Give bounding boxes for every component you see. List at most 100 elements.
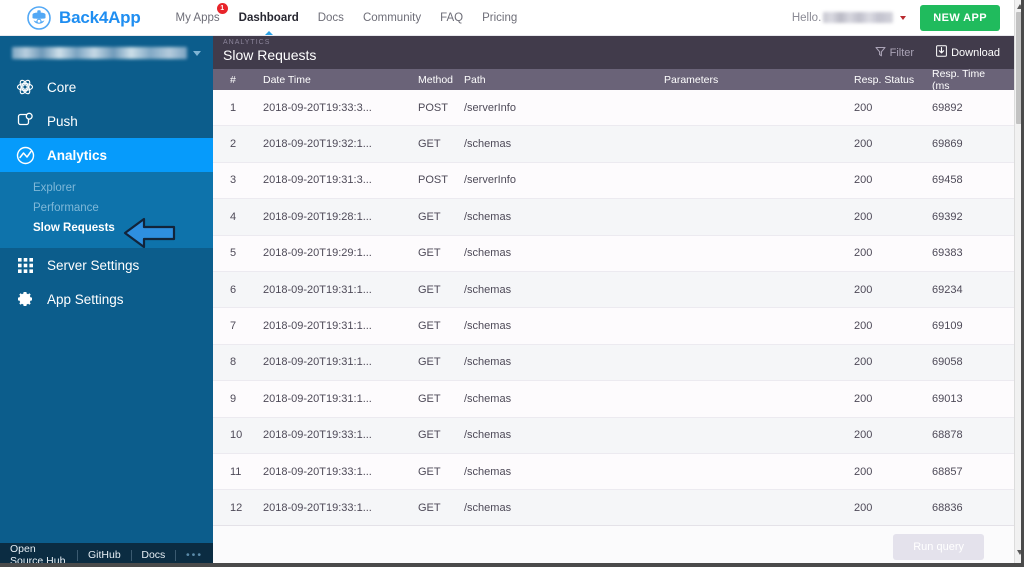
cell-resp-status: 200 — [854, 174, 873, 187]
sidebar-main-nav: Core Push Analytics — [0, 70, 213, 172]
table-row[interactable]: 12 2018-09-20T19:33:1... GET /schemas 20… — [213, 490, 1014, 527]
cell-path: /serverInfo — [464, 174, 516, 187]
cell-resp-status: 200 — [854, 356, 873, 369]
nav-item-community[interactable]: Community — [363, 0, 421, 36]
nav-item-pricing[interactable]: Pricing — [482, 0, 517, 36]
cell-index: 9 — [230, 392, 237, 405]
nav-item-label: FAQ — [440, 11, 464, 24]
run-query-button[interactable]: Run query — [893, 534, 984, 560]
nav-item-label: Community — [362, 11, 422, 24]
funnel-icon — [875, 44, 886, 62]
table-row[interactable]: 3 2018-09-20T19:31:3... POST /serverInfo… — [213, 162, 1014, 200]
page-header: ANALYTICS Slow Requests Filter Download — [213, 36, 1014, 69]
nav-item-faq[interactable]: FAQ — [440, 0, 463, 36]
table-row[interactable]: 6 2018-09-20T19:31:1... GET /schemas 200… — [213, 271, 1014, 309]
chevron-down-icon[interactable] — [900, 15, 907, 20]
filter-label: Filter — [889, 47, 915, 59]
sidebar-item-label: Server Settings — [47, 257, 140, 273]
table-body: 1 2018-09-20T19:33:3... POST /serverInfo… — [213, 90, 1014, 527]
table-body-scroll-area[interactable]: 1 2018-09-20T19:33:3... POST /serverInfo… — [213, 90, 1014, 545]
column-header-method[interactable]: Method — [418, 74, 464, 86]
table-row[interactable]: 8 2018-09-20T19:31:1... GET /schemas 200… — [213, 344, 1014, 382]
cell-resp-status: 200 — [854, 501, 873, 514]
new-app-button[interactable]: NEW APP — [920, 4, 1000, 31]
cell-path: /schemas — [464, 356, 512, 369]
footer-link-github[interactable]: GitHub — [78, 549, 131, 561]
filter-button[interactable]: Filter — [875, 44, 914, 62]
content-footer: Run query — [213, 525, 1014, 567]
cell-index: 10 — [230, 429, 243, 442]
sidebar-item-analytics[interactable]: Analytics — [0, 138, 213, 172]
nav-item-dashboard[interactable]: Dashboard — [239, 0, 299, 36]
table-row[interactable]: 5 2018-09-20T19:29:1... GET /schemas 200… — [213, 235, 1014, 272]
cell-resp-status: 200 — [854, 392, 873, 405]
download-button[interactable]: Download — [936, 44, 1000, 62]
cell-index: 11 — [230, 465, 242, 478]
table-row[interactable]: 10 2018-09-20T19:33:1... GET /schemas 20… — [213, 417, 1014, 454]
sidebar-subitem-slow-requests[interactable]: Slow Requests — [0, 218, 213, 238]
column-header-date-time[interactable]: Date Time — [263, 74, 418, 86]
download-icon — [936, 44, 947, 62]
cell-path: /schemas — [464, 320, 512, 333]
table-row[interactable]: 9 2018-09-20T19:31:1... GET /schemas 200… — [213, 381, 1014, 418]
cell-resp-status: 200 — [854, 283, 873, 296]
cell-resp-time: 68836 — [932, 501, 963, 514]
app-selector-dropdown[interactable] — [0, 36, 213, 70]
cell-resp-status: 200 — [854, 429, 873, 442]
sidebar-item-server-settings[interactable]: Server Settings — [0, 248, 213, 282]
cell-resp-status: 200 — [854, 210, 873, 223]
cell-method: GET — [418, 320, 441, 333]
cell-method: GET — [418, 429, 441, 442]
cell-method: GET — [418, 138, 441, 151]
cell-path: /schemas — [464, 247, 512, 260]
column-header-parameters[interactable]: Parameters — [664, 74, 854, 86]
nav-item-label: Docs — [317, 11, 344, 24]
cell-path: /schemas — [464, 392, 512, 405]
cell-method: GET — [418, 210, 441, 223]
cell-resp-time: 69869 — [932, 138, 963, 151]
download-label: Download — [951, 47, 1000, 59]
hello-label: Hello. — [791, 11, 822, 24]
column-header-resp-time[interactable]: Resp. Time (ms — [932, 68, 1004, 92]
table-row[interactable]: 4 2018-09-20T19:28:1... GET /schemas 200… — [213, 199, 1014, 236]
cell-date-time: 2018-09-20T19:33:3... — [263, 101, 372, 114]
cell-path: /schemas — [464, 210, 512, 223]
cell-resp-status: 200 — [854, 138, 873, 151]
atom-icon — [14, 76, 36, 98]
sidebar-item-push[interactable]: Push — [0, 104, 213, 138]
username-redacted — [823, 12, 894, 23]
footer-link-docs[interactable]: Docs — [131, 549, 175, 561]
cell-index: 5 — [230, 247, 237, 260]
nav-item-docs[interactable]: Docs — [318, 0, 344, 36]
nav-item-label: Dashboard — [238, 11, 299, 24]
sidebar-subitem-performance[interactable]: Performance — [0, 198, 213, 218]
footer-more-button[interactable]: ••• — [176, 549, 213, 561]
column-header-path[interactable]: Path — [464, 74, 664, 86]
window-frame-bottom — [0, 563, 1024, 567]
column-header-resp-status[interactable]: Resp. Status — [854, 74, 932, 86]
cell-method: GET — [418, 283, 441, 296]
cell-path: /schemas — [464, 501, 512, 514]
table-row[interactable]: 1 2018-09-20T19:33:3... POST /serverInfo… — [213, 90, 1014, 127]
my-apps-notification-badge: 1 — [216, 2, 228, 14]
cell-date-time: 2018-09-20T19:32:1... — [263, 138, 372, 151]
brand-name: Back4App — [59, 7, 141, 27]
cell-date-time: 2018-09-20T19:31:1... — [263, 356, 372, 369]
cell-resp-time: 69058 — [932, 356, 963, 369]
table-row[interactable]: 11 2018-09-20T19:33:1... GET /schemas 20… — [213, 453, 1014, 491]
nav-item-my-apps[interactable]: My Apps 1 — [176, 0, 228, 36]
brand-logo[interactable]: Back4App — [26, 5, 141, 31]
sidebar-item-app-settings[interactable]: App Settings — [0, 282, 213, 316]
table-row[interactable]: 2 2018-09-20T19:32:1... GET /schemas 200… — [213, 126, 1014, 163]
cell-resp-time: 69392 — [932, 210, 963, 223]
column-header-index[interactable]: # — [213, 74, 263, 86]
cell-method: GET — [418, 392, 441, 405]
cell-path: /schemas — [464, 429, 512, 442]
back4app-mask-logo-icon — [26, 5, 52, 31]
table-header-row: # Date Time Method Path Parameters Resp.… — [213, 68, 1014, 92]
cell-resp-status: 200 — [854, 465, 873, 478]
sidebar-subitem-explorer[interactable]: Explorer — [0, 178, 213, 198]
sidebar-item-core[interactable]: Core — [0, 70, 213, 104]
cell-date-time: 2018-09-20T19:33:1... — [263, 429, 372, 442]
table-row[interactable]: 7 2018-09-20T19:31:1... GET /schemas 200… — [213, 308, 1014, 345]
